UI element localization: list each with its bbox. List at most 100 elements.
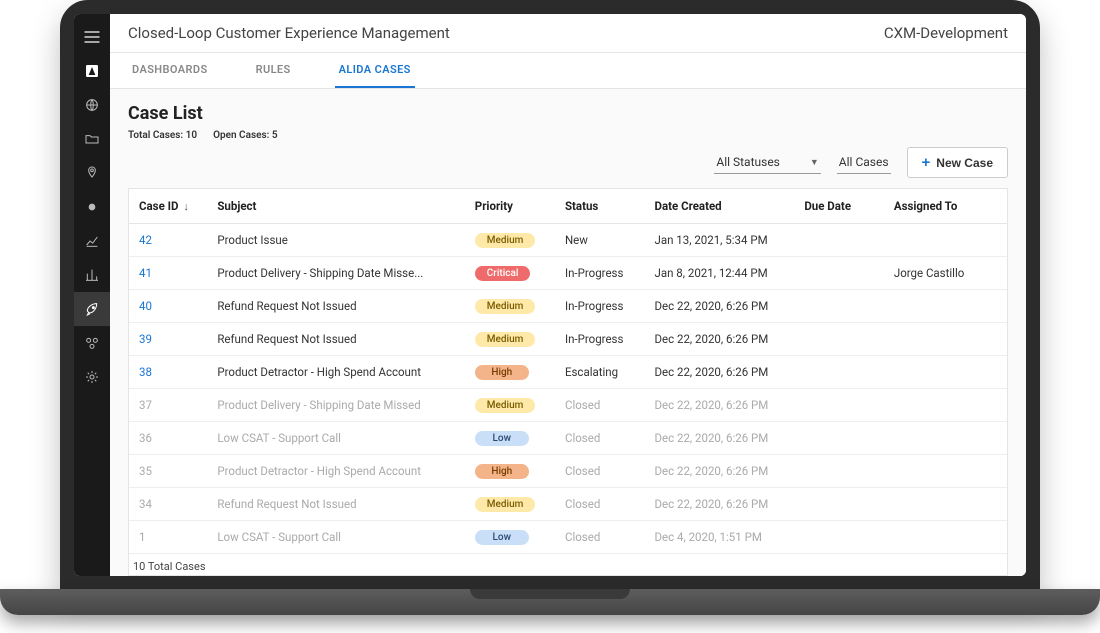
gear-icon[interactable]: [74, 360, 110, 394]
menu-icon[interactable]: [74, 20, 110, 54]
cell-status: In-Progress: [555, 257, 645, 290]
cell-date-created: Dec 4, 2020, 1:51 PM: [644, 521, 794, 554]
table-row[interactable]: 40Refund Request Not IssuedMediumIn-Prog…: [129, 290, 1007, 323]
priority-pill: Low: [475, 431, 529, 446]
laptop-base: [0, 589, 1100, 615]
table-row[interactable]: 1Low CSAT - Support CallLowClosedDec 4, …: [129, 521, 1007, 554]
filter-controls: All Statuses ▼ All Cases + New Case: [128, 147, 1008, 178]
priority-pill: Low: [475, 530, 529, 545]
table-row[interactable]: 37 Product Delivery - Shipping Date Misse…: [129, 389, 1007, 422]
cell-due-date: [794, 290, 884, 323]
scope-filter-dropdown[interactable]: All Cases: [837, 151, 891, 174]
col-status[interactable]: Status: [555, 189, 645, 224]
dot-icon[interactable]: [74, 190, 110, 224]
cell-status: Closed: [555, 422, 645, 455]
tab-rules[interactable]: RULES: [252, 53, 295, 88]
col-subject[interactable]: Subject: [207, 189, 464, 224]
topbar: Closed-Loop Customer Experience Manageme…: [110, 14, 1026, 53]
table-row[interactable]: 36Low CSAT - Support CallLowClosedDec 22…: [129, 422, 1007, 455]
case-table-wrapper[interactable]: Case ID ↓ Subject Priority Status Date C…: [128, 188, 1008, 576]
cell-assigned-to: [884, 488, 1007, 521]
cell-due-date: [794, 422, 884, 455]
cell-due-date: [794, 224, 884, 257]
environment-label: CXM-Development: [884, 24, 1008, 42]
cell-assigned-to: [884, 422, 1007, 455]
new-case-label: New Case: [936, 156, 993, 170]
cell-subject: Low CSAT - Support Call: [207, 521, 464, 554]
pin-icon[interactable]: [74, 156, 110, 190]
case-id-link[interactable]: 37: [139, 398, 152, 412]
cell-assigned-to: Jorge Castillo: [884, 257, 1007, 290]
logo-icon[interactable]: [74, 54, 110, 88]
cell-subject: Low CSAT - Support Call: [207, 422, 464, 455]
rocket-icon[interactable]: [74, 292, 110, 326]
cell-date-created: Jan 8, 2021, 12:44 PM: [644, 257, 794, 290]
col-case-id[interactable]: Case ID ↓: [129, 189, 207, 224]
tab-alida-cases[interactable]: ALIDA CASES: [335, 53, 415, 88]
cluster-icon[interactable]: [74, 326, 110, 360]
app-title: Closed-Loop Customer Experience Manageme…: [128, 24, 450, 42]
cell-due-date: [794, 356, 884, 389]
cell-status: Escalating: [555, 356, 645, 389]
case-id-link[interactable]: 35: [139, 464, 152, 478]
priority-pill: High: [475, 464, 529, 479]
case-id-link[interactable]: 38: [139, 365, 152, 379]
cell-date-created: Dec 22, 2020, 6:26 PM: [644, 356, 794, 389]
cell-status: In-Progress: [555, 323, 645, 356]
cell-subject: Refund Request Not Issued: [207, 488, 464, 521]
tab-dashboards[interactable]: DASHBOARDS: [128, 53, 212, 88]
case-id-link[interactable]: 39: [139, 332, 152, 346]
case-id-link[interactable]: 1: [139, 530, 145, 544]
status-filter-value: All Statuses: [716, 155, 780, 169]
priority-pill: Medium: [475, 497, 536, 512]
content: Case List Total Cases: 10 Open Cases: 5 …: [110, 89, 1026, 576]
case-id-link[interactable]: 42: [139, 233, 152, 247]
status-filter-dropdown[interactable]: All Statuses ▼: [714, 151, 820, 174]
cell-due-date: [794, 389, 884, 422]
cell-subject: Refund Request Not Issued: [207, 323, 464, 356]
laptop-frame: Closed-Loop Customer Experience Manageme…: [60, 0, 1040, 590]
cell-date-created: Dec 22, 2020, 6:26 PM: [644, 323, 794, 356]
cell-due-date: [794, 521, 884, 554]
table-row[interactable]: 34Refund Request Not IssuedMediumClosedD…: [129, 488, 1007, 521]
cell-status: Closed: [555, 455, 645, 488]
cell-date-created: Dec 22, 2020, 6:26 PM: [644, 389, 794, 422]
case-id-link[interactable]: 40: [139, 299, 152, 313]
page-title: Case List: [128, 103, 1008, 124]
cell-assigned-to: [884, 224, 1007, 257]
folder-icon[interactable]: [74, 122, 110, 156]
cell-subject: Product Detractor - High Spend Account: [207, 356, 464, 389]
cell-assigned-to: [884, 323, 1007, 356]
chart-bar-icon[interactable]: [74, 258, 110, 292]
cell-due-date: [794, 323, 884, 356]
cell-due-date: [794, 257, 884, 290]
case-id-link[interactable]: 36: [139, 431, 152, 445]
new-case-button[interactable]: + New Case: [907, 147, 1008, 178]
case-id-link[interactable]: 41: [139, 266, 152, 280]
cell-subject: Product Delivery - Shipping Date Misse..…: [207, 257, 464, 290]
table-row[interactable]: 38 Product Detractor - High Spend Account…: [129, 356, 1007, 389]
cell-date-created: Jan 13, 2021, 5:34 PM: [644, 224, 794, 257]
priority-pill: Critical: [475, 266, 531, 281]
table-row[interactable]: 41 Product Delivery - Shipping Date Misse…: [129, 257, 1007, 290]
table-row[interactable]: 42Product IssueMediumNewJan 13, 2021, 5:…: [129, 224, 1007, 257]
col-date-created[interactable]: Date Created: [644, 189, 794, 224]
footer-total-count: 10 Total Cases: [129, 554, 1007, 573]
cell-subject: Product Delivery - Shipping Date Missed: [207, 389, 464, 422]
col-due-date[interactable]: Due Date: [794, 189, 884, 224]
col-assigned-to[interactable]: Assigned To: [884, 189, 1007, 224]
priority-pill: Medium: [475, 332, 536, 347]
table-row[interactable]: 35Product Detractor - High Spend Account…: [129, 455, 1007, 488]
chart-line-icon[interactable]: [74, 224, 110, 258]
cell-assigned-to: [884, 455, 1007, 488]
cell-status: In-Progress: [555, 290, 645, 323]
main-area: Closed-Loop Customer Experience Manageme…: [110, 14, 1026, 576]
cell-date-created: Dec 22, 2020, 6:26 PM: [644, 488, 794, 521]
globe-icon[interactable]: [74, 88, 110, 122]
table-row[interactable]: 39 Refund Request Not Issued Medium In-Prog…: [129, 323, 1007, 356]
priority-pill: High: [475, 365, 529, 380]
col-priority[interactable]: Priority: [465, 189, 555, 224]
priority-pill: Medium: [475, 398, 536, 413]
cell-date-created: Dec 22, 2020, 6:26 PM: [644, 290, 794, 323]
case-id-link[interactable]: 34: [139, 497, 152, 511]
